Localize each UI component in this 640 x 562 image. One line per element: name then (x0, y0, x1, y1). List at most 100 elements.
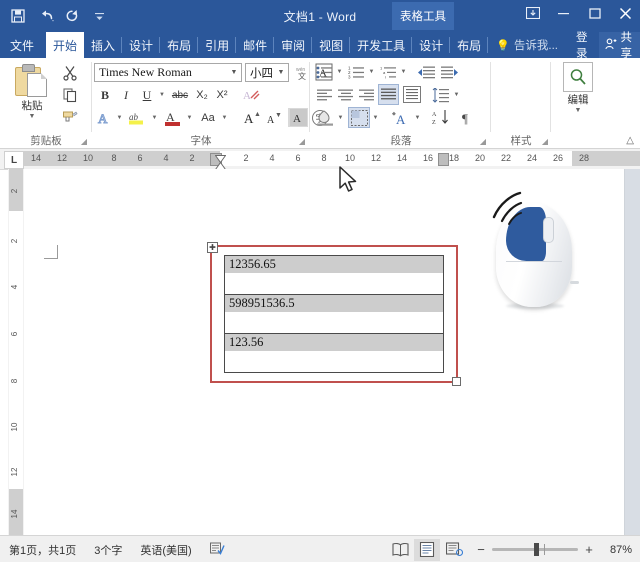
paste-dropdown-caret-icon[interactable]: ▼ (29, 113, 36, 120)
sort-icon[interactable]: A Z (431, 108, 453, 127)
language-indicator[interactable]: 英语(美国) (131, 542, 200, 558)
share-button[interactable]: 共享 (599, 32, 640, 58)
change-case-caret-icon[interactable]: ▼ (220, 108, 229, 127)
table-row[interactable]: 12356.65 (225, 256, 444, 295)
table-wrapper[interactable]: 12356.65 598951536.5 123.56 ✚ (210, 245, 458, 383)
line-spacing-caret-icon[interactable]: ▼ (452, 86, 461, 104)
underline-button[interactable]: U (138, 86, 156, 104)
format-painter-icon[interactable] (58, 106, 82, 127)
grow-font-icon[interactable]: A ▲ (242, 108, 262, 127)
distribute-icon[interactable] (402, 85, 422, 104)
shrink-font-icon[interactable]: A ▼ (264, 108, 284, 127)
collapse-ribbon-icon[interactable]: △ (626, 135, 634, 146)
bold-button[interactable]: B (96, 86, 114, 104)
align-right-icon[interactable] (357, 86, 376, 104)
contextual-tab-table-tools[interactable]: 表格工具 (392, 2, 454, 30)
tab-home[interactable]: 开始 (46, 32, 84, 58)
superscript-button[interactable]: X² (213, 86, 231, 104)
line-spacing-icon[interactable] (431, 86, 451, 104)
highlight-color-icon[interactable]: ab (127, 108, 149, 127)
paragraph-dialog-launcher[interactable]: ◢ (480, 137, 486, 146)
document-page[interactable]: 12356.65 598951536.5 123.56 ✚ (24, 169, 624, 535)
shading-caret-icon[interactable]: ▼ (336, 108, 345, 127)
font-color-icon[interactable]: A (162, 108, 184, 127)
tab-insert[interactable]: 插入 (84, 32, 122, 58)
copy-icon[interactable] (58, 84, 82, 105)
table-cell[interactable]: 598951536.5 (225, 295, 444, 334)
minimize-icon[interactable] (555, 4, 572, 22)
bullets-caret-icon[interactable]: ▼ (335, 63, 344, 81)
table-cell[interactable]: 12356.65 (225, 256, 444, 295)
char-shading-caret-icon[interactable]: ▼ (413, 108, 422, 127)
styles-dialog-launcher[interactable]: ◢ (542, 137, 548, 146)
table-move-handle[interactable]: ✚ (207, 242, 218, 253)
zoom-in-button[interactable]: + (584, 542, 594, 557)
underline-caret-icon[interactable]: ▼ (157, 86, 167, 104)
sign-in-button[interactable]: 登录 (568, 32, 599, 58)
proofing-status-icon[interactable] (201, 541, 234, 558)
zoom-out-button[interactable]: − (476, 542, 486, 557)
clipboard-dialog-launcher[interactable]: ◢ (81, 137, 87, 146)
table-cell[interactable]: 123.56 (225, 334, 444, 373)
editing-dropdown-caret-icon[interactable]: ▼ (575, 107, 582, 114)
page-indicator[interactable]: 第1页，共1页 (0, 542, 85, 558)
tab-references[interactable]: 引用 (198, 32, 236, 58)
zoom-level-label[interactable]: 87% (602, 544, 640, 556)
horizontal-ruler[interactable]: L 14 12 10 8 6 4 2 2 4 6 8 10 12 14 16 1… (0, 149, 640, 170)
show-formatting-marks-icon[interactable]: ¶ (459, 108, 479, 127)
zoom-slider-thumb[interactable] (534, 543, 539, 556)
word-count[interactable]: 3个字 (85, 542, 131, 558)
character-shading-icon[interactable]: A (288, 108, 308, 127)
clear-formatting-icon[interactable]: A (242, 86, 262, 104)
borders-icon[interactable] (348, 107, 370, 128)
text-highlight-paragraph-icon[interactable]: ◆ A (391, 108, 413, 127)
tab-review[interactable]: 审阅 (274, 32, 312, 58)
font-name-combobox[interactable]: Times New Roman ▼ (94, 63, 242, 82)
tab-design[interactable]: 设计 (122, 32, 160, 58)
bullets-icon[interactable] (315, 63, 335, 81)
zoom-control[interactable]: − + (468, 542, 602, 557)
document-area[interactable]: 12356.65 598951536.5 123.56 ✚ (24, 169, 640, 535)
horizontal-ruler-track[interactable]: 14 12 10 8 6 4 2 2 4 6 8 10 12 14 16 18 … (24, 149, 640, 168)
strikethrough-button[interactable]: abc (169, 86, 191, 104)
cut-icon[interactable] (58, 62, 82, 83)
shading-icon[interactable] (315, 108, 335, 127)
multilevel-caret-icon[interactable]: ▼ (399, 63, 408, 81)
ribbon-display-options-icon[interactable] (524, 4, 541, 22)
font-dialog-launcher[interactable]: ◢ (299, 137, 305, 146)
numbering-icon[interactable]: 1 2 3 (347, 63, 367, 81)
zoom-slider[interactable] (492, 548, 578, 551)
vertical-ruler[interactable]: 2 2 4 6 8 10 12 14 (8, 169, 24, 535)
multilevel-list-icon[interactable]: 1 a i (379, 63, 399, 81)
tab-table-layout[interactable]: 布局 (450, 32, 488, 58)
tab-mailings[interactable]: 邮件 (236, 32, 274, 58)
font-name-caret-icon[interactable]: ▼ (227, 69, 241, 76)
paste-button[interactable]: 粘贴 ▼ (10, 63, 54, 125)
table-row[interactable]: 123.56 (225, 334, 444, 373)
tab-file[interactable]: 文件 (0, 32, 46, 58)
justify-icon[interactable] (378, 84, 399, 105)
align-left-icon[interactable] (315, 86, 334, 104)
document-table[interactable]: 12356.65 598951536.5 123.56 (224, 255, 444, 373)
table-row[interactable]: 598951536.5 (225, 295, 444, 334)
font-color-caret-icon[interactable]: ▼ (185, 108, 194, 127)
table-resize-handle[interactable] (452, 377, 461, 386)
tab-view[interactable]: 视图 (312, 32, 350, 58)
font-size-combobox[interactable]: 小四 ▼ (245, 63, 289, 82)
font-size-caret-icon[interactable]: ▼ (274, 69, 288, 76)
tell-me-search[interactable]: 💡 告诉我... (488, 32, 568, 58)
tab-developer[interactable]: 开发工具 (350, 32, 412, 58)
tab-layout[interactable]: 布局 (160, 32, 198, 58)
view-read-mode-button[interactable] (387, 539, 413, 561)
maximize-icon[interactable] (586, 4, 603, 22)
increase-indent-icon[interactable] (439, 63, 460, 81)
view-web-layout-button[interactable] (441, 539, 467, 561)
align-center-icon[interactable] (336, 86, 355, 104)
italic-button[interactable]: I (117, 86, 135, 104)
editing-button[interactable]: 编辑 ▼ (556, 62, 600, 124)
tab-table-design[interactable]: 设计 (412, 32, 450, 58)
subscript-button[interactable]: X₂ (193, 86, 211, 104)
numbering-caret-icon[interactable]: ▼ (367, 63, 376, 81)
close-icon[interactable] (617, 4, 634, 22)
change-case-button[interactable]: Aa (197, 108, 219, 127)
